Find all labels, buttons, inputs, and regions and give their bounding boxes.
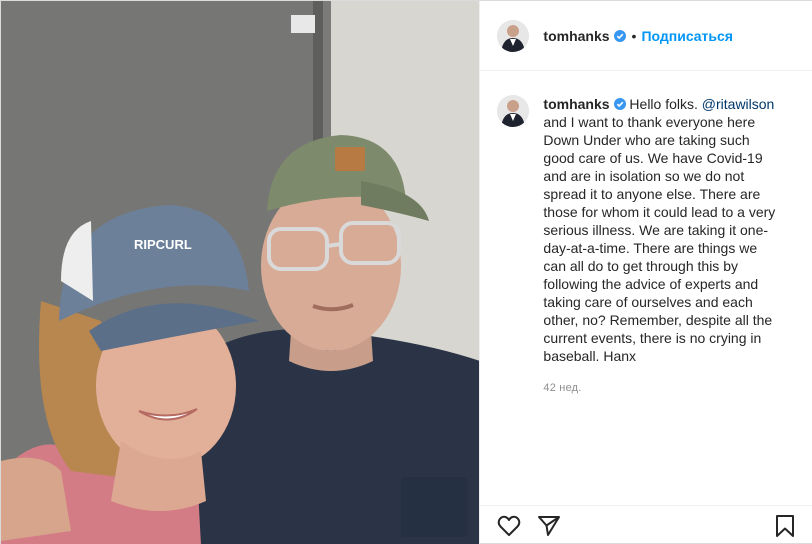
bookmark-icon[interactable] xyxy=(772,513,798,539)
verified-badge-icon xyxy=(613,98,626,110)
heart-icon[interactable] xyxy=(496,513,522,539)
header-separator: • xyxy=(631,27,637,44)
action-bar xyxy=(480,505,812,544)
mention-link[interactable]: @ritawilson xyxy=(702,96,775,112)
caption-text-end: and I want to thank everyone here Down U… xyxy=(543,114,776,364)
caption-comment: tomhanks Hello folks. @ritawilson and I … xyxy=(480,71,812,397)
avatar[interactable] xyxy=(497,19,530,52)
svg-text:RIPCURL: RIPCURL xyxy=(134,237,192,252)
instagram-post: RIPCURL tomhanks • Подписаться tomhanks … xyxy=(0,0,812,544)
post-timestamp[interactable]: 42 нед. xyxy=(543,379,783,397)
avatar-icon xyxy=(497,19,530,52)
post-header: tomhanks • Подписаться xyxy=(480,1,812,71)
caption-avatar[interactable] xyxy=(497,95,530,127)
paper-plane-icon[interactable] xyxy=(536,513,562,539)
caption-text-start: Hello folks. xyxy=(629,96,702,112)
caption-username[interactable]: tomhanks xyxy=(543,96,609,112)
post-side-panel: tomhanks • Подписаться tomhanks Hello fo… xyxy=(479,1,812,544)
verified-badge-icon xyxy=(613,29,626,42)
avatar-icon xyxy=(497,95,530,127)
selfie-illustration: RIPCURL xyxy=(1,1,480,544)
post-photo[interactable]: RIPCURL xyxy=(1,1,480,544)
follow-button[interactable]: Подписаться xyxy=(641,28,733,44)
header-username[interactable]: tomhanks xyxy=(543,28,609,44)
caption-body: tomhanks Hello folks. @ritawilson and I … xyxy=(543,95,783,397)
